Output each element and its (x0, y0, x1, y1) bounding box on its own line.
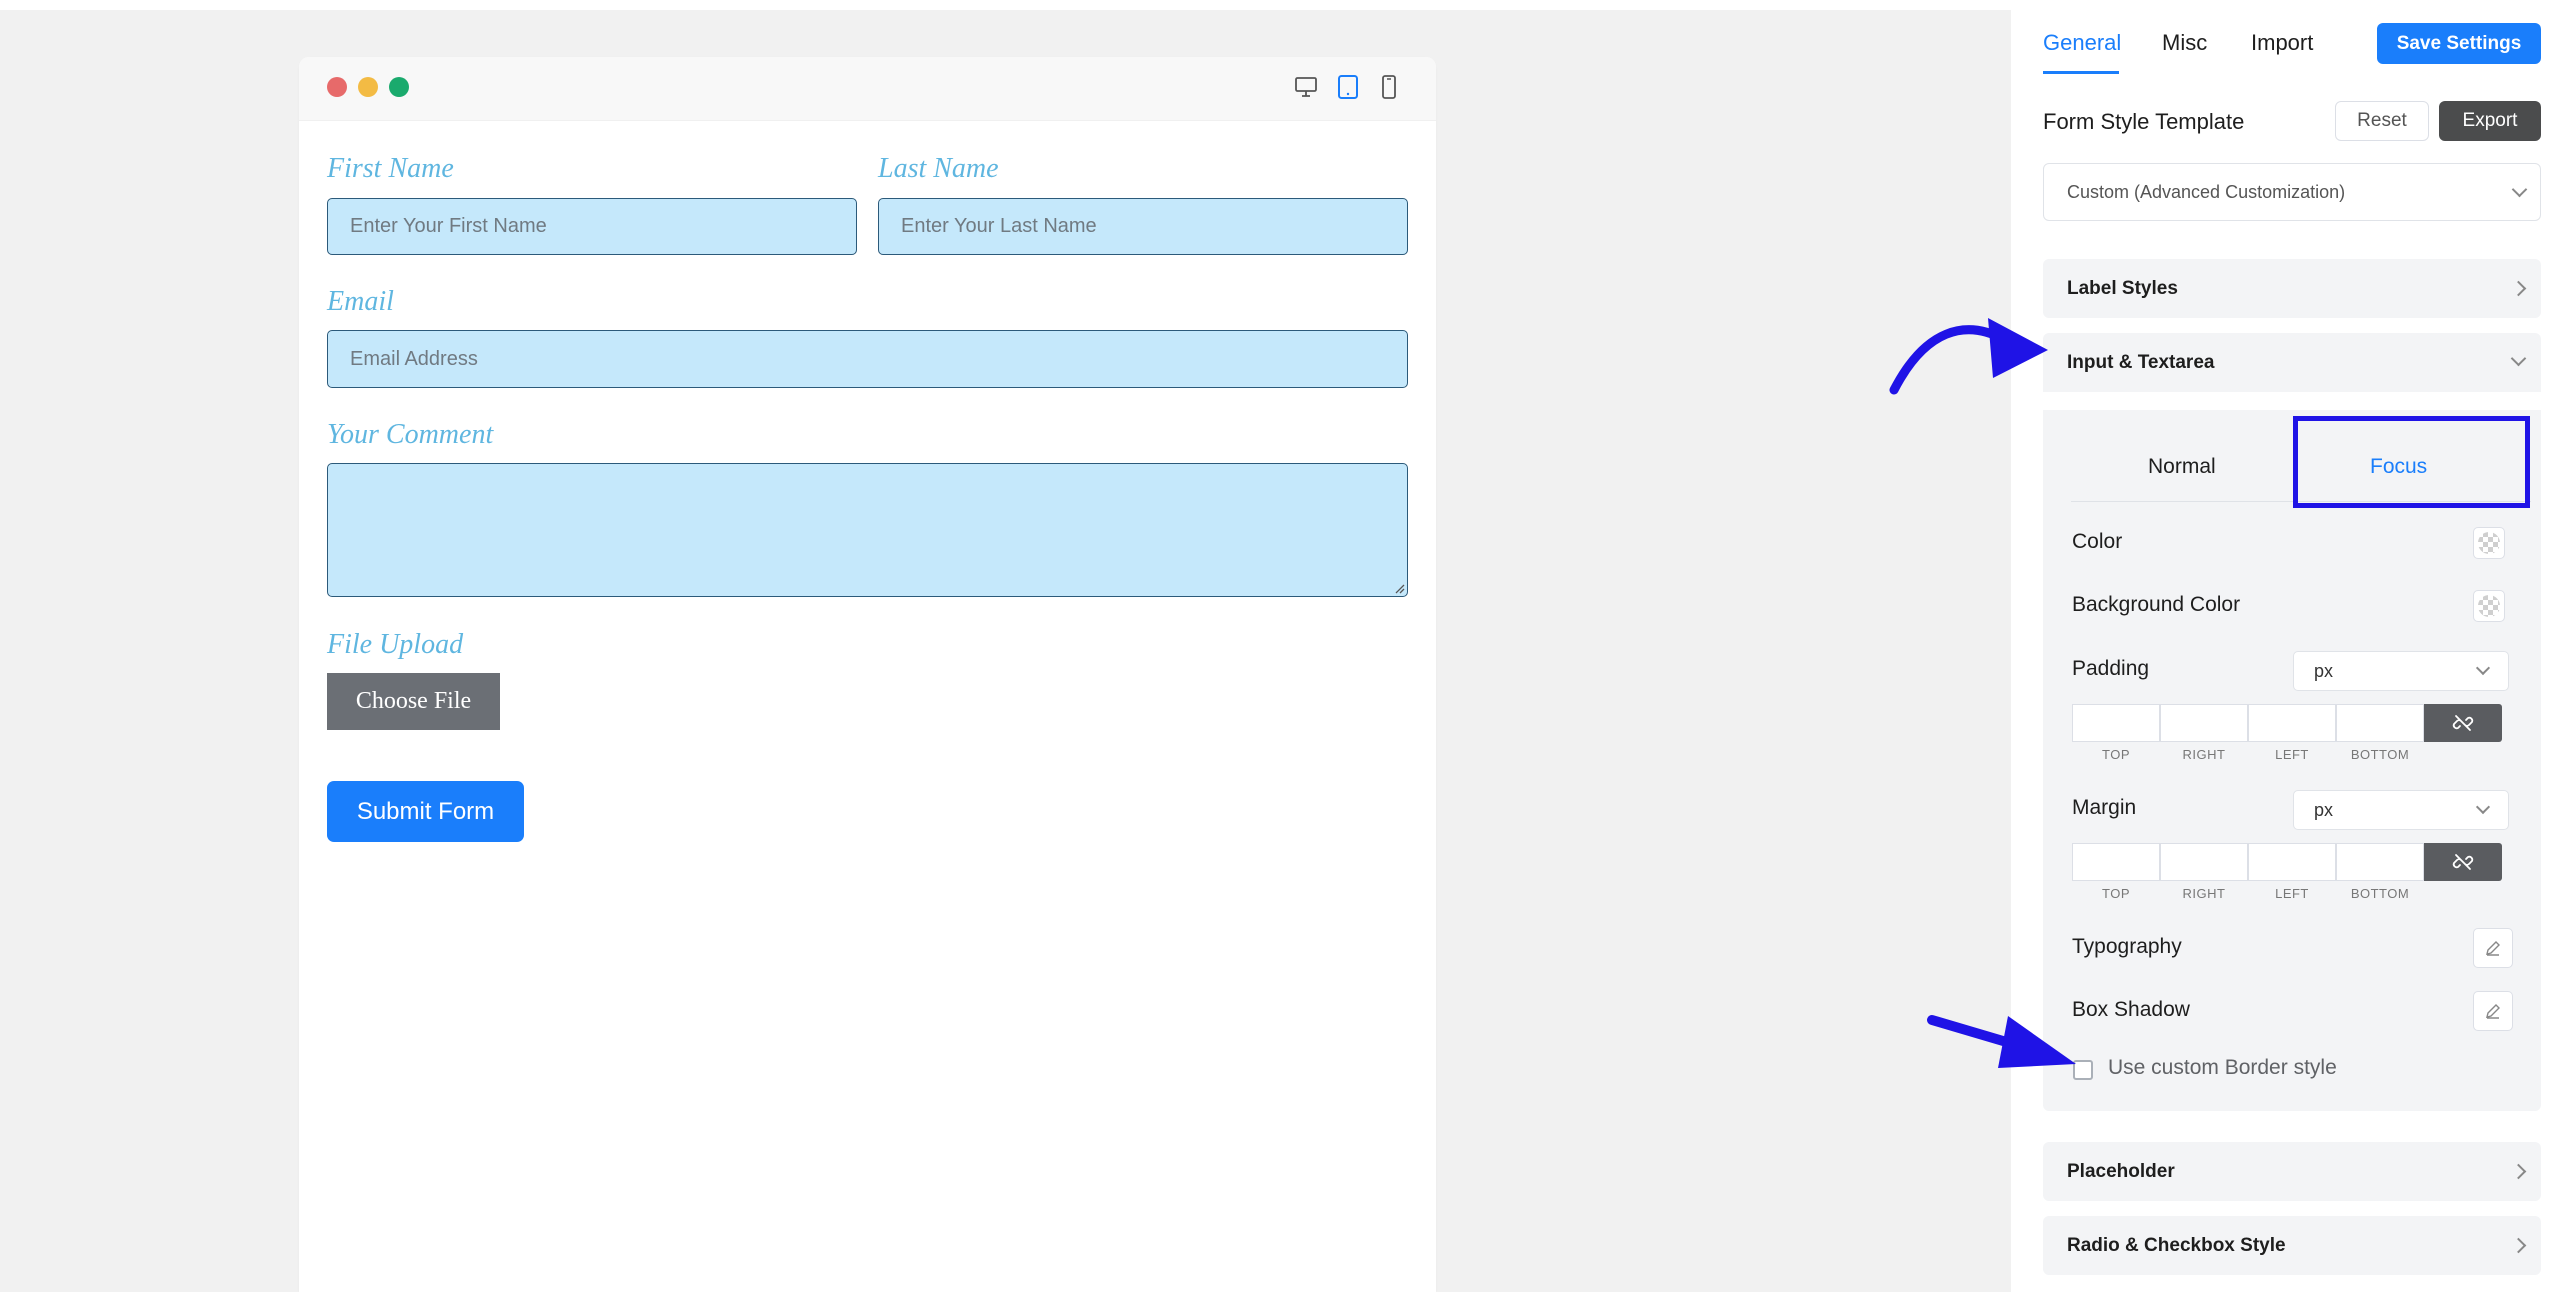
first-name-input[interactable]: Enter Your First Name (327, 198, 857, 255)
unlink-icon[interactable] (2424, 704, 2502, 742)
section-label-styles-title: Label Styles (2067, 277, 2178, 299)
chevron-right-icon (2510, 1163, 2527, 1180)
minimize-dot (358, 77, 378, 97)
color-label: Color (2072, 530, 2123, 553)
first-name-label: First Name (327, 153, 454, 184)
typography-edit-button[interactable] (2473, 928, 2513, 968)
reset-button[interactable]: Reset (2335, 101, 2429, 141)
tablet-icon[interactable] (1334, 73, 1362, 101)
file-upload-label: File Upload (327, 629, 464, 660)
margin-inputs (2072, 843, 2502, 881)
comment-label: Your Comment (327, 419, 494, 450)
focus-highlight-box (2293, 416, 2530, 508)
caption-left: LEFT (2275, 886, 2309, 901)
tab-normal[interactable]: Normal (2148, 455, 2216, 479)
preview-titlebar (299, 57, 1436, 121)
caption-bottom: BOTTOM (2350, 886, 2410, 901)
email-placeholder: Email Address (350, 347, 478, 370)
caption-right: RIGHT (2182, 886, 2226, 901)
caption-right: RIGHT (2182, 747, 2226, 762)
padding-label: Padding (2072, 657, 2150, 680)
submit-form-button[interactable]: Submit Form (327, 781, 524, 842)
padding-captions: TOP RIGHT LEFT BOTTOM (2072, 747, 2424, 762)
padding-right-input[interactable] (2160, 704, 2248, 742)
box-shadow-label: Box Shadow (2072, 998, 2190, 1021)
section-placeholder-title: Placeholder (2067, 1160, 2175, 1182)
first-name-placeholder: Enter Your First Name (350, 215, 547, 237)
padding-left-input[interactable] (2248, 704, 2336, 742)
email-input[interactable]: Email Address (327, 330, 1408, 388)
margin-right-input[interactable] (2160, 843, 2248, 881)
pencil-icon (2486, 1004, 2500, 1019)
mobile-icon[interactable] (1375, 73, 1403, 101)
margin-top-input[interactable] (2072, 843, 2160, 881)
maximize-dot (389, 77, 409, 97)
chevron-down-icon (2510, 350, 2527, 367)
section-input-textarea[interactable]: Input & Textarea (2043, 333, 2541, 392)
section-radio-checkbox-title: Radio & Checkbox Style (2067, 1234, 2286, 1256)
padding-bottom-input[interactable] (2336, 704, 2424, 742)
margin-captions: TOP RIGHT LEFT BOTTOM (2072, 886, 2424, 901)
last-name-label: Last Name (878, 153, 999, 184)
template-select-value: Custom (Advanced Customization) (2067, 181, 2346, 202)
tab-general[interactable]: General (2043, 30, 2121, 56)
pencil-icon (2486, 941, 2500, 956)
comment-textarea[interactable] (327, 463, 1408, 597)
margin-label: Margin (2072, 796, 2137, 819)
color-picker[interactable] (2473, 527, 2505, 559)
choose-file-button[interactable]: Choose File (327, 673, 500, 730)
section-radio-checkbox[interactable]: Radio & Checkbox Style (2043, 1216, 2541, 1275)
tab-import[interactable]: Import (2251, 30, 2313, 56)
padding-inputs (2072, 704, 2502, 742)
resize-grip-icon[interactable] (1393, 582, 1405, 594)
chevron-right-icon (2510, 280, 2527, 297)
margin-unit-select[interactable]: px (2293, 790, 2509, 830)
unlink-icon[interactable] (2424, 843, 2502, 881)
caption-top: TOP (2102, 886, 2130, 901)
caption-left: LEFT (2275, 747, 2309, 762)
form-style-template-heading: Form Style Template (2043, 109, 2245, 134)
section-input-textarea-title: Input & Textarea (2067, 351, 2215, 373)
export-button[interactable]: Export (2439, 101, 2541, 141)
save-settings-button[interactable]: Save Settings (2377, 23, 2541, 64)
box-shadow-edit-button[interactable] (2473, 991, 2513, 1031)
desktop-icon[interactable] (1292, 73, 1320, 101)
custom-border-checkbox[interactable] (2073, 1060, 2093, 1080)
color-swatch-icon (2478, 595, 2500, 617)
padding-unit-select[interactable]: px (2293, 651, 2509, 691)
custom-border-label[interactable]: Use custom Border style (2108, 1056, 2337, 1080)
background-color-label: Background Color (2072, 593, 2241, 616)
caption-bottom: BOTTOM (2350, 747, 2410, 762)
chevron-down-icon (2475, 799, 2491, 815)
caption-top: TOP (2102, 747, 2130, 762)
typography-label: Typography (2072, 935, 2182, 958)
padding-top-input[interactable] (2072, 704, 2160, 742)
settings-panel: General Misc Import Save Settings Form S… (2011, 0, 2560, 1292)
tab-misc[interactable]: Misc (2162, 30, 2207, 56)
margin-left-input[interactable] (2248, 843, 2336, 881)
email-label: Email (327, 286, 394, 317)
margin-bottom-input[interactable] (2336, 843, 2424, 881)
background-color-picker[interactable] (2473, 590, 2505, 622)
close-dot (327, 77, 347, 97)
margin-unit-value: px (2314, 799, 2334, 820)
chevron-down-icon (2511, 181, 2528, 198)
last-name-placeholder: Enter Your Last Name (901, 215, 1097, 237)
chevron-right-icon (2510, 1237, 2527, 1254)
tab-active-indicator (2043, 71, 2119, 74)
section-label-styles[interactable]: Label Styles (2043, 259, 2541, 318)
padding-unit-value: px (2314, 660, 2334, 681)
section-placeholder[interactable]: Placeholder (2043, 1142, 2541, 1201)
template-select[interactable]: Custom (Advanced Customization) (2043, 163, 2541, 221)
last-name-input[interactable]: Enter Your Last Name (878, 198, 1408, 255)
color-swatch-icon (2478, 532, 2500, 554)
form-preview: First Name Enter Your First Name Last Na… (299, 57, 1436, 1292)
chevron-down-icon (2475, 660, 2491, 676)
